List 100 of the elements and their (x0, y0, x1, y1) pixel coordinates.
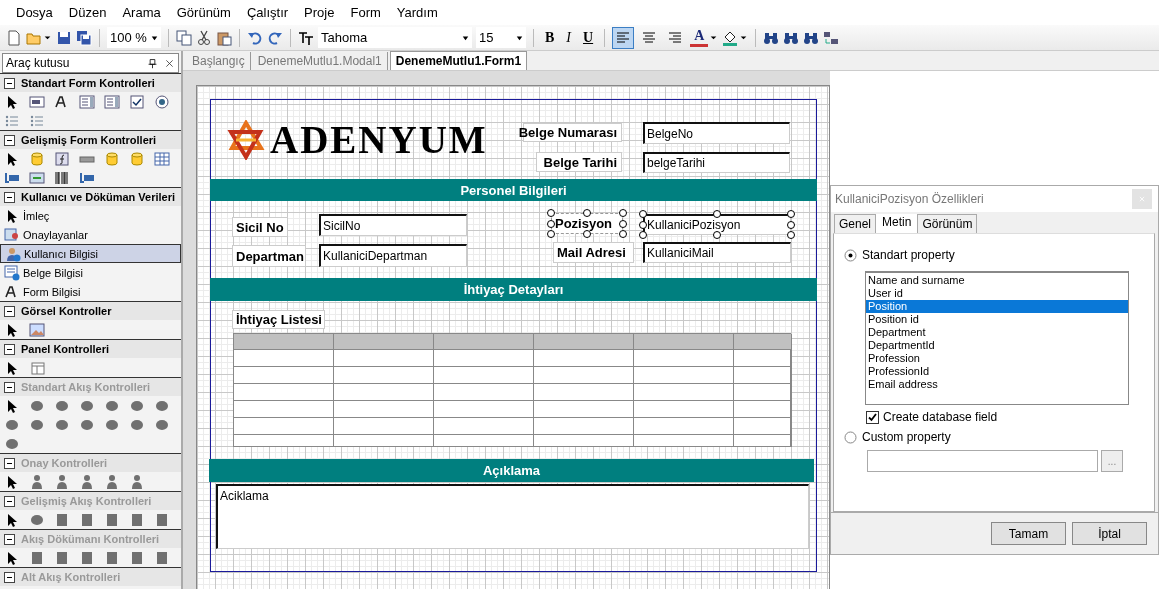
replace-icon[interactable] (823, 29, 840, 46)
menu-item[interactable]: Proje (296, 5, 343, 20)
list-item[interactable]: Position (866, 300, 1128, 313)
field-label[interactable]: Departman (232, 245, 306, 267)
document-tab[interactable]: DenemeMutlu1.Form1 (389, 51, 528, 70)
table-cell[interactable] (734, 367, 792, 384)
input-field[interactable] (867, 450, 1098, 472)
list-item[interactable]: DepartmentId (866, 339, 1128, 352)
table-cell[interactable] (234, 401, 334, 418)
table-cell[interactable] (434, 401, 534, 418)
field-label[interactable]: Sicil No (232, 217, 288, 237)
radio-button[interactable] (844, 248, 857, 262)
table-cell[interactable] (334, 418, 434, 435)
data-grid[interactable] (233, 333, 791, 447)
text-field[interactable]: BelgeNo (643, 122, 790, 144)
text-area[interactable]: Aciklama (216, 484, 809, 549)
picture-icon[interactable] (29, 321, 45, 338)
table-cell[interactable] (734, 401, 792, 418)
toolbox-section-header[interactable]: Kullanıcı ve Döküman Verileri (0, 187, 181, 206)
toolbox-section-header[interactable]: Panel Kontrolleri (0, 339, 181, 358)
checkbox-icon[interactable] (129, 93, 145, 110)
radio-label[interactable]: Custom property (862, 430, 951, 444)
save-icon[interactable] (56, 29, 72, 46)
dialog-button[interactable]: İptal (1072, 522, 1147, 545)
table-cell[interactable] (234, 367, 334, 384)
caret-icon[interactable] (43, 33, 52, 42)
list-box-icon[interactable] (104, 93, 120, 110)
table-cell[interactable] (434, 384, 534, 401)
table-cell[interactable] (734, 350, 792, 367)
new-file-icon[interactable] (6, 29, 22, 46)
document-icon[interactable] (154, 549, 170, 566)
caret-icon[interactable] (709, 33, 719, 42)
table-cell[interactable] (234, 418, 334, 435)
table-cell[interactable] (634, 384, 734, 401)
text-field[interactable]: KullaniciDepartman (319, 244, 467, 267)
person-icon[interactable] (129, 473, 145, 490)
text-field[interactable]: KullaniciMail (643, 242, 791, 263)
collapse-icon[interactable] (4, 305, 15, 317)
table-cell[interactable] (634, 418, 734, 435)
table-cell[interactable] (534, 401, 634, 418)
function-icon[interactable] (54, 150, 70, 167)
selection-handle[interactable] (583, 230, 591, 238)
format-button[interactable]: U (579, 27, 598, 48)
format-button[interactable]: A (690, 28, 709, 47)
document-tab[interactable]: Başlangıç (187, 52, 251, 70)
collapse-icon[interactable] (4, 77, 15, 89)
list-item[interactable]: Email address (866, 378, 1128, 391)
radio-label[interactable]: Standart property (862, 248, 955, 262)
list-item[interactable]: Profession (866, 352, 1128, 365)
document-icon[interactable] (79, 549, 95, 566)
person-icon[interactable] (54, 473, 70, 490)
save-all-icon[interactable] (76, 29, 92, 46)
person-icon[interactable] (29, 473, 45, 490)
table-cell[interactable] (534, 367, 634, 384)
field-label[interactable]: Mail Adresi (553, 242, 634, 263)
menu-item[interactable]: Form (342, 5, 389, 20)
table-cell[interactable] (634, 367, 734, 384)
pin-icon[interactable] (147, 57, 158, 69)
list-item[interactable]: Department (866, 326, 1128, 339)
table-cell[interactable] (334, 384, 434, 401)
toolbox-item[interactable]: İmleç (0, 206, 181, 225)
grid-icon[interactable] (154, 150, 170, 167)
toolbox-item[interactable]: Belge Bilgisi (0, 263, 181, 282)
format-button[interactable]: I (562, 27, 575, 48)
document-icon[interactable] (29, 549, 45, 566)
toolbox-section-header[interactable]: Görsel Kontroller (0, 301, 181, 320)
document-icon[interactable] (154, 511, 170, 528)
database-icon[interactable] (29, 150, 45, 167)
table-cell[interactable] (634, 350, 734, 367)
dialog-tab[interactable]: Genel (834, 214, 877, 233)
menu-item[interactable]: Yardım (388, 5, 446, 20)
toolbox-item[interactable]: Kullanıcı Bilgisi (0, 244, 181, 263)
toolbox-section-header[interactable]: Standart Form Kontrolleri (0, 73, 181, 92)
toolbox-section-header[interactable]: Gelişmiş Form Kontrolleri (0, 130, 181, 149)
table-cell[interactable] (434, 418, 534, 435)
table-cell[interactable] (734, 384, 792, 401)
table-cell[interactable] (334, 367, 434, 384)
paste-icon[interactable] (216, 29, 232, 46)
text-box-icon[interactable] (29, 93, 45, 110)
table-cell[interactable] (334, 401, 434, 418)
person-icon[interactable] (79, 473, 95, 490)
selection-handle[interactable] (583, 209, 591, 217)
toolbox-item[interactable]: Form Bilgisi (0, 282, 181, 301)
table-cell[interactable] (534, 384, 634, 401)
radio-button[interactable] (844, 430, 857, 444)
checkbox[interactable] (866, 410, 879, 424)
text-field[interactable]: KullaniciPozisyon (643, 214, 791, 235)
property-list[interactable]: Name and surname User id Position Position id Department DepartmentId Profession ProfessionId Email address (865, 271, 1129, 405)
copy-icon[interactable] (176, 29, 192, 46)
table-cell[interactable] (534, 350, 634, 367)
panel-icon[interactable] (29, 359, 45, 376)
database-icon[interactable] (104, 150, 120, 167)
caret-icon[interactable] (739, 33, 749, 42)
font-dropdown[interactable]: Tahoma (318, 27, 472, 48)
menu-item[interactable]: Görünüm (168, 5, 239, 20)
text-field[interactable]: belgeTarihi (643, 152, 790, 173)
menu-item[interactable]: Çalıştır (238, 5, 297, 20)
format-button[interactable]: B (541, 27, 559, 48)
table-cell[interactable] (434, 350, 534, 367)
fill-bucket-icon[interactable] (722, 29, 739, 46)
